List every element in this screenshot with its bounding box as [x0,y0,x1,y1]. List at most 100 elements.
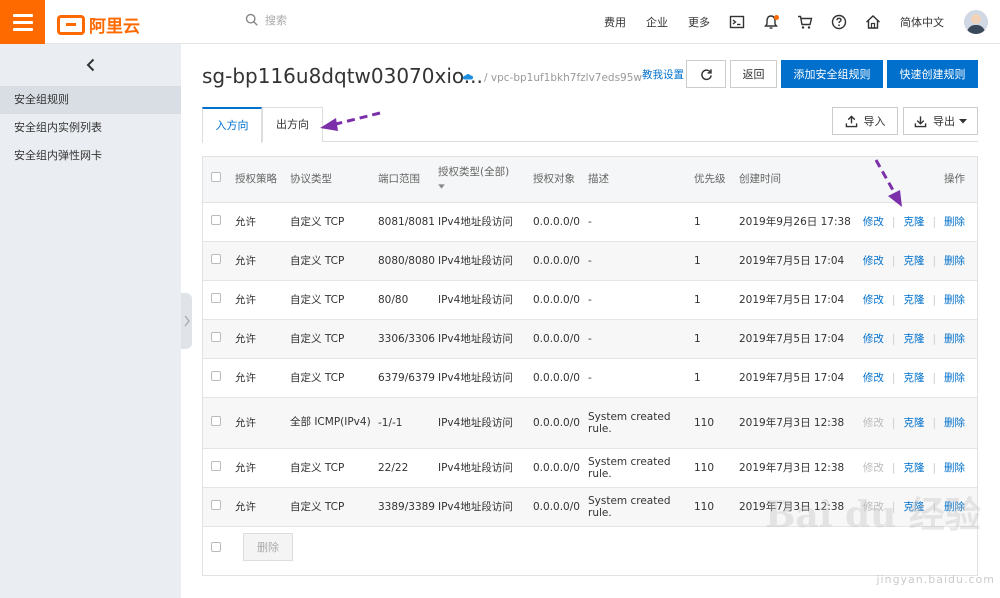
clone-link[interactable]: 克隆 [903,372,924,384]
cell-protocol: 自定义 TCP [290,487,378,527]
table-row: 允许 自定义 TCP 8081/8081 IPv4地址段访问 0.0.0.0/0-1 20… [203,202,977,242]
delete-link[interactable]: 删除 [944,294,965,306]
cell-auth-type: IPv4地址段访问 [438,397,533,449]
cell-operations: 修改 | 克隆 | 删除 [854,319,977,359]
bell-icon[interactable] [754,0,788,44]
home-icon[interactable] [856,0,890,44]
row-checkbox[interactable] [211,254,221,264]
row-checkbox[interactable] [211,293,221,303]
terminal-icon[interactable] [720,0,754,44]
row-checkbox[interactable] [211,500,221,510]
cell-auth-object: 0.0.0.0/0 [533,448,588,488]
edit-link[interactable]: 修改 [863,255,884,267]
row-checkbox[interactable] [211,461,221,471]
user-avatar[interactable] [964,10,988,34]
vpc-id[interactable]: / vpc-bp1uf1bkh7fzlv7eds95w [484,72,642,84]
cell-policy: 允许 [235,280,290,320]
cell-created-time: 2019年9月26日 17:38 [739,202,854,242]
edit-link[interactable]: 修改 [863,333,884,345]
edit-link[interactable]: 修改 [863,216,884,228]
header-auth-type[interactable]: 授权类型(全部) [438,157,533,203]
sidebar-back[interactable] [0,44,181,86]
cell-description: System created rule. [588,487,694,527]
cell-operations: 修改 | 克隆 | 删除 [854,280,977,320]
rules-table: 授权策略 协议类型 端口范围 授权类型(全部) 授权对象 描述 优先级 创建时间… [202,156,978,576]
delete-link[interactable]: 删除 [944,255,965,267]
edit-link: 修改 [862,462,884,474]
export-button[interactable]: 导出 [903,107,978,135]
delete-link[interactable]: 删除 [944,333,965,345]
chevron-right-icon [183,315,190,327]
cell-created-time: 2019年7月5日 17:04 [739,280,854,320]
nav-billing[interactable]: 费用 [594,0,636,44]
clone-link[interactable]: 克隆 [903,501,924,513]
clone-link[interactable]: 克隆 [903,216,924,228]
row-checkbox[interactable] [211,371,221,381]
caret-down-icon [959,119,967,124]
back-button[interactable]: 返回 [730,60,777,88]
refresh-button[interactable] [686,60,726,88]
clone-link[interactable]: 克隆 [903,294,924,306]
clone-link[interactable]: 克隆 [903,462,924,474]
sidebar-item-instances[interactable]: 安全组内实例列表 [0,114,181,142]
edit-link[interactable]: 修改 [863,294,884,306]
search-box[interactable] [245,13,465,27]
delete-link[interactable]: 删除 [944,462,965,474]
delete-link[interactable]: 删除 [944,501,965,513]
cell-port: 6379/6379 [378,358,438,398]
select-all-checkbox[interactable] [211,171,221,182]
clone-link[interactable]: 克隆 [903,333,924,345]
delete-link[interactable]: 删除 [944,216,965,228]
cell-description: - [588,319,694,359]
nav-more[interactable]: 更多 [678,0,720,44]
sidebar-item-eni[interactable]: 安全组内弹性网卡 [0,142,181,170]
clone-link[interactable]: 克隆 [903,417,924,429]
clone-link[interactable]: 克隆 [903,255,924,267]
cell-created-time: 2019年7月3日 12:38 [739,487,854,527]
batch-delete-button[interactable]: 删除 [243,533,293,561]
cell-description: - [588,358,694,398]
cell-operations: 修改 | 克隆 | 删除 [854,487,977,527]
edit-link[interactable]: 修改 [863,372,884,384]
tab-inbound[interactable]: 入方向 [202,107,262,143]
header-operations: 操作 [854,157,977,203]
separator: | [891,216,896,228]
quick-create-rule-button[interactable]: 快速创建规则 [887,60,978,88]
cell-description: System created rule. [588,397,694,449]
footer-select-all-checkbox[interactable] [211,542,221,552]
add-rule-button[interactable]: 添加安全组规则 [781,60,883,88]
separator: | [932,417,936,429]
table-row: 允许 自定义 TCP 80/80 IPv4地址段访问 0.0.0.0/0-1 2019年7… [203,280,977,320]
search-input[interactable] [265,13,465,27]
cell-protocol: 全部 ICMP(IPv4) [290,397,378,449]
import-button[interactable]: 导入 [832,107,898,135]
row-checkbox[interactable] [211,416,221,426]
teach-me-link[interactable]: 教我设置 [642,67,684,82]
nav-enterprise[interactable]: 企业 [636,0,678,44]
filter-caret-icon [438,184,445,189]
sidebar-item-rules[interactable]: 安全组规则 [0,86,181,114]
cell-policy: 允许 [235,241,290,281]
delete-link[interactable]: 删除 [944,417,965,429]
cell-priority: 1 [694,241,739,281]
separator: | [932,255,936,267]
delete-link[interactable]: 删除 [944,372,965,384]
menu-icon[interactable] [0,0,45,44]
tab-outbound[interactable]: 出方向 [262,107,323,142]
cell-operations: 修改 | 克隆 | 删除 [854,448,977,488]
language-switch[interactable]: 简体中文 [890,0,954,44]
cell-port: 22/22 [378,448,438,488]
sidebar-collapse-handle[interactable] [181,293,192,349]
cell-port: 80/80 [378,280,438,320]
header-auth-object: 授权对象 [533,157,588,203]
refresh-icon [700,68,712,80]
edit-link: 修改 [862,417,884,429]
row-checkbox[interactable] [211,332,221,342]
header-priority: 优先级 [694,157,739,203]
cell-auth-object: 0.0.0.0/0 [533,358,588,398]
aliyun-logo[interactable]: 阿里云 [57,12,140,37]
row-checkbox[interactable] [211,215,221,225]
cart-icon[interactable] [788,0,822,44]
cell-auth-object: 0.0.0.0/0 [533,487,588,527]
help-icon[interactable] [822,0,856,44]
